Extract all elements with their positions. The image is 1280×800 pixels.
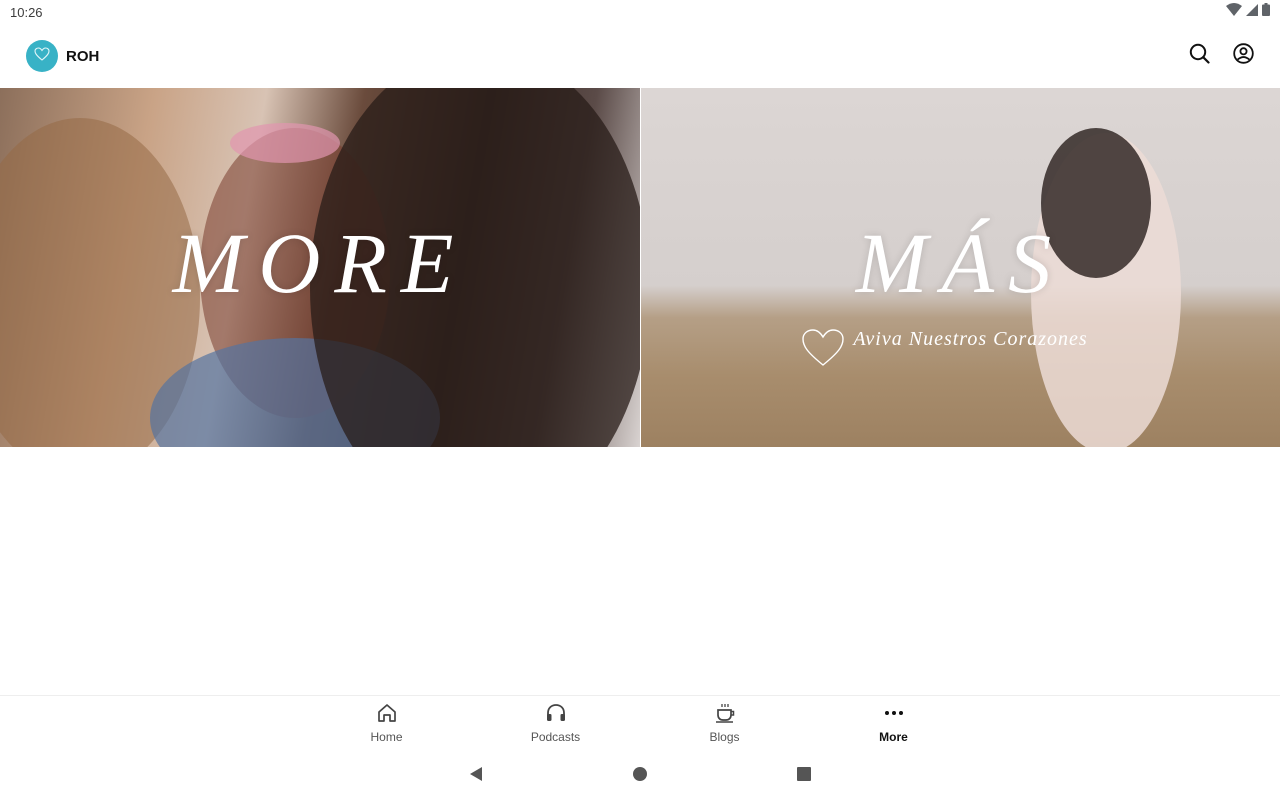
system-back-button[interactable] [464, 764, 488, 788]
cellular-signal-icon [1246, 3, 1258, 21]
bottom-navigation: Home Podcasts Blogs More [0, 695, 1280, 751]
more-dots-icon [883, 703, 905, 728]
coffee-cup-icon [714, 703, 736, 728]
status-bar: 10:26 [0, 0, 1280, 24]
banner-row: MORE MÁS Aviva Nuestros Corazones [0, 88, 1280, 447]
mas-banner-title: MÁS [855, 215, 1066, 311]
heart-icon [34, 46, 50, 66]
more-banner[interactable]: MORE [0, 88, 640, 447]
account-circle-icon [1232, 43, 1254, 69]
status-time: 10:26 [10, 4, 43, 20]
nav-item-podcasts[interactable]: Podcasts [471, 696, 640, 751]
system-recents-button[interactable] [792, 764, 816, 788]
recents-square-icon [796, 766, 812, 787]
status-icons [1226, 2, 1270, 22]
headphones-icon [545, 703, 567, 728]
app-bar: ROH [0, 24, 1280, 88]
account-button[interactable] [1232, 43, 1254, 69]
search-button[interactable] [1188, 43, 1210, 69]
nav-item-home[interactable]: Home [302, 696, 471, 751]
nav-label-blogs: Blogs [709, 730, 740, 744]
home-circle-icon [632, 766, 648, 787]
nav-item-blogs[interactable]: Blogs [640, 696, 809, 751]
app-actions [1188, 43, 1254, 69]
brand-name: ROH [66, 47, 100, 65]
mas-banner[interactable]: MÁS Aviva Nuestros Corazones [640, 88, 1280, 447]
nav-label-podcasts: Podcasts [530, 730, 581, 744]
wifi-icon [1226, 2, 1242, 22]
brand[interactable]: ROH [26, 40, 99, 72]
system-navigation-bar [0, 752, 1280, 800]
battery-icon [1262, 3, 1270, 21]
photo-flower-crown [230, 123, 340, 163]
nav-label-more: More [879, 730, 908, 744]
nav-label-home: Home [370, 730, 403, 744]
back-triangle-icon [468, 766, 484, 787]
home-icon [376, 703, 398, 728]
brand-logo [26, 40, 58, 72]
system-home-button[interactable] [628, 764, 652, 788]
search-icon [1189, 43, 1210, 69]
mas-banner-subtitle: Aviva Nuestros Corazones [853, 328, 1088, 350]
more-banner-title: MORE [172, 215, 468, 311]
nav-item-more[interactable]: More [809, 696, 978, 751]
